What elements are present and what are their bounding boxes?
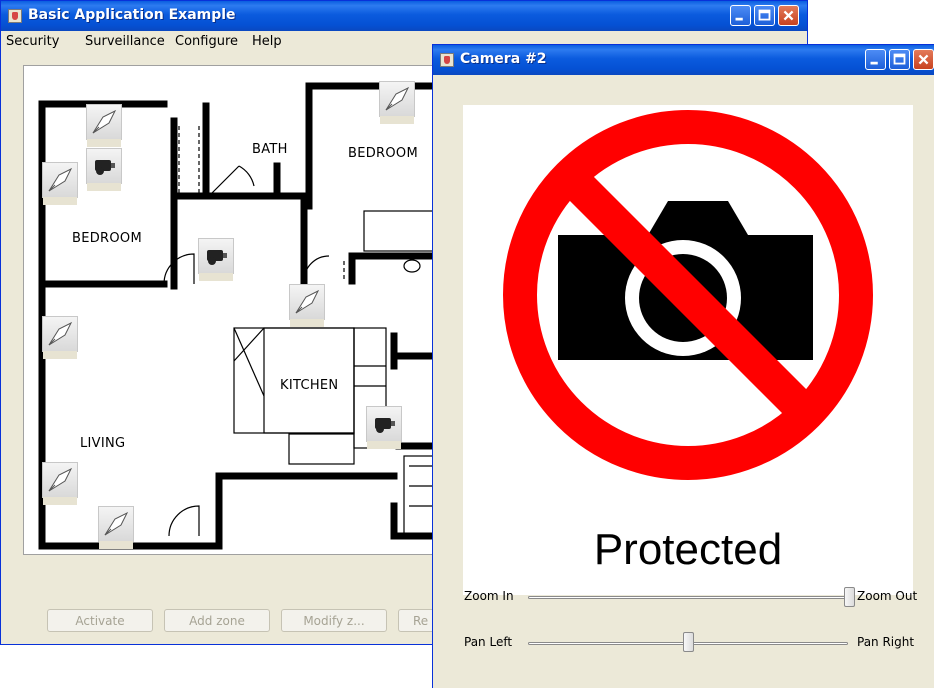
camera-feed: Protected xyxy=(463,105,913,595)
menu-surveillance[interactable]: Surveillance xyxy=(85,34,165,49)
modify-zone-button[interactable]: Modify z... xyxy=(281,609,387,632)
light-sensor-icon[interactable] xyxy=(42,462,78,505)
java-coffee-icon xyxy=(8,9,22,23)
pan-left-label: Pan Left xyxy=(464,635,513,649)
security-camera-icon[interactable] xyxy=(86,148,122,191)
light-sensor-icon[interactable] xyxy=(42,162,78,205)
zoom-out-label: Zoom Out xyxy=(857,589,918,603)
menu-configure[interactable]: Configure xyxy=(175,34,238,49)
menu-help[interactable]: Help xyxy=(252,34,282,49)
light-sensor-icon[interactable] xyxy=(379,81,415,124)
activate-button[interactable]: Activate xyxy=(47,609,153,632)
java-coffee-icon xyxy=(440,53,454,67)
add-zone-button[interactable]: Add zone xyxy=(164,609,270,632)
main-window-title: Basic Application Example xyxy=(28,7,236,23)
light-sensor-icon[interactable] xyxy=(86,104,122,147)
camera-window-title: Camera #2 xyxy=(460,51,547,67)
security-camera-icon[interactable] xyxy=(198,238,234,281)
maximize-button[interactable] xyxy=(889,49,910,70)
room-label-bedroom-2: BEDROOM xyxy=(348,146,418,161)
minimize-button[interactable] xyxy=(865,49,886,70)
room-label-living: LIVING xyxy=(80,436,126,451)
pan-slider-thumb[interactable] xyxy=(682,632,694,652)
room-label-bath: BATH xyxy=(252,142,288,157)
protected-label: Protected xyxy=(593,525,783,574)
camera-window: Camera #2 Protected Zoom In Zoom Out Pan… xyxy=(432,44,934,688)
zoom-in-label: Zoom In xyxy=(464,589,514,603)
maximize-button[interactable] xyxy=(754,5,775,26)
light-sensor-icon[interactable] xyxy=(42,316,78,359)
zoom-slider-thumb[interactable] xyxy=(844,587,855,607)
menu-security[interactable]: Security xyxy=(6,34,59,49)
room-label-bedroom-1: BEDROOM xyxy=(72,231,142,246)
room-label-kitchen: KITCHEN xyxy=(280,378,339,393)
light-sensor-icon[interactable] xyxy=(289,284,325,327)
pan-right-label: Pan Right xyxy=(857,635,915,649)
main-window-titlebar[interactable]: Basic Application Example xyxy=(1,1,807,31)
close-button[interactable] xyxy=(913,49,934,70)
light-sensor-icon[interactable] xyxy=(98,506,134,549)
minimize-button[interactable] xyxy=(730,5,751,26)
no-camera-icon xyxy=(503,110,873,480)
zoom-slider-track[interactable] xyxy=(528,596,855,599)
close-button[interactable] xyxy=(778,5,799,26)
floor-plan[interactable]: BATH BEDROOM BEDROOM KITCHEN LIVING xyxy=(23,65,463,555)
camera-window-titlebar[interactable]: Camera #2 xyxy=(433,45,934,75)
security-camera-icon[interactable] xyxy=(366,406,402,449)
